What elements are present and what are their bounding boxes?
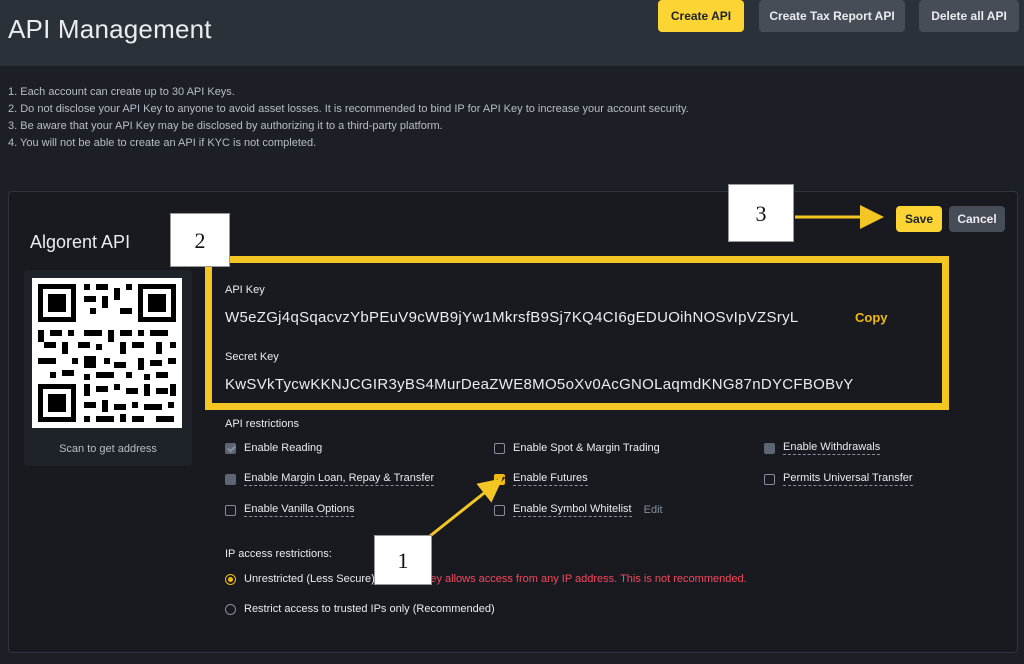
note-item: 4. You will not be able to create an API… xyxy=(8,137,317,149)
enable-withdrawals-checkbox[interactable]: Enable Withdrawals xyxy=(764,439,881,457)
checkbox-icon xyxy=(225,442,236,454)
checkbox-icon xyxy=(764,442,775,454)
enable-futures-checkbox[interactable]: Enable Futures xyxy=(494,470,588,488)
create-tax-report-api-button[interactable]: Create Tax Report API xyxy=(759,0,905,32)
radio-selected-icon xyxy=(225,573,236,585)
create-api-button[interactable]: Create API xyxy=(658,0,744,32)
enable-reading-checkbox[interactable]: Enable Reading xyxy=(225,439,322,457)
checkbox-icon xyxy=(225,504,236,516)
unrestricted-label: Unrestricted (Less Secure) xyxy=(244,573,375,585)
enable-withdrawals-label: Enable Withdrawals xyxy=(783,441,881,455)
callout-1: 1 xyxy=(374,535,432,585)
unrestricted-warning: This API key allows access from any IP a… xyxy=(380,573,747,585)
enable-futures-label: Enable Futures xyxy=(513,472,588,486)
secret-key-label: Secret Key xyxy=(225,351,279,363)
note-item: 1. Each account can create up to 30 API … xyxy=(8,86,235,98)
api-key-label: API Key xyxy=(225,284,265,296)
enable-margin-loan-checkbox[interactable]: Enable Margin Loan, Repay & Transfer xyxy=(225,470,435,488)
radio-icon xyxy=(225,603,236,615)
checkbox-icon xyxy=(494,504,505,516)
permits-universal-transfer-label: Permits Universal Transfer xyxy=(783,472,913,486)
enable-vanilla-options-label: Enable Vanilla Options xyxy=(244,503,355,517)
api-name: Algorent API xyxy=(30,232,131,252)
note-item: 2. Do not disclose your API Key to anyon… xyxy=(8,103,689,115)
edit-whitelist-link[interactable]: Edit xyxy=(644,504,663,516)
enable-spot-margin-label: Enable Spot & Margin Trading xyxy=(513,442,660,454)
api-restrictions-title: API restrictions xyxy=(225,418,299,430)
callout-3: 3 xyxy=(728,184,794,242)
save-button[interactable]: Save xyxy=(896,206,942,232)
callout-2: 2 xyxy=(170,213,230,267)
enable-reading-label: Enable Reading xyxy=(244,442,323,454)
cancel-button[interactable]: Cancel xyxy=(949,206,1005,232)
enable-margin-loan-label: Enable Margin Loan, Repay & Transfer xyxy=(244,472,435,486)
delete-all-api-button[interactable]: Delete all API xyxy=(919,0,1019,32)
checkbox-icon xyxy=(225,473,236,485)
enable-symbol-whitelist-label: Enable Symbol Whitelist xyxy=(513,503,632,517)
restrict-ip-radio[interactable]: Restrict access to trusted IPs only (Rec… xyxy=(225,600,495,618)
note-item: 3. Be aware that your API Key may be dis… xyxy=(8,120,443,132)
page-title: API Management xyxy=(8,14,212,44)
enable-spot-margin-checkbox[interactable]: Enable Spot & Margin Trading xyxy=(494,439,660,457)
secret-key-value: KwSVkTycwKKNJCGIR3yBS4MurDeaZWE8MO5oXv0A… xyxy=(225,376,854,393)
permits-universal-transfer-checkbox[interactable]: Permits Universal Transfer xyxy=(764,470,913,488)
checkbox-icon xyxy=(494,442,505,454)
copy-api-key-button[interactable]: Copy xyxy=(855,310,888,325)
qr-label: Scan to get address xyxy=(59,443,157,455)
enable-vanilla-options-checkbox[interactable]: Enable Vanilla Options xyxy=(225,501,355,519)
api-notes: 1. Each account can create up to 30 API … xyxy=(8,84,689,152)
unrestricted-radio[interactable]: Unrestricted (Less Secure) This API key … xyxy=(225,570,747,588)
restrict-ip-label: Restrict access to trusted IPs only (Rec… xyxy=(244,603,495,615)
qr-code-icon xyxy=(32,278,182,428)
api-key-value: W5eZGj4qSqacvzYbPEuV9cWB9jYw1MkrsfB9Sj7K… xyxy=(225,309,799,326)
ip-restrictions-title: IP access restrictions: xyxy=(225,548,332,560)
enable-symbol-whitelist-checkbox[interactable]: Enable Symbol Whitelist Edit xyxy=(494,501,663,519)
checkbox-checked-icon xyxy=(494,473,505,485)
checkbox-icon xyxy=(764,473,775,485)
